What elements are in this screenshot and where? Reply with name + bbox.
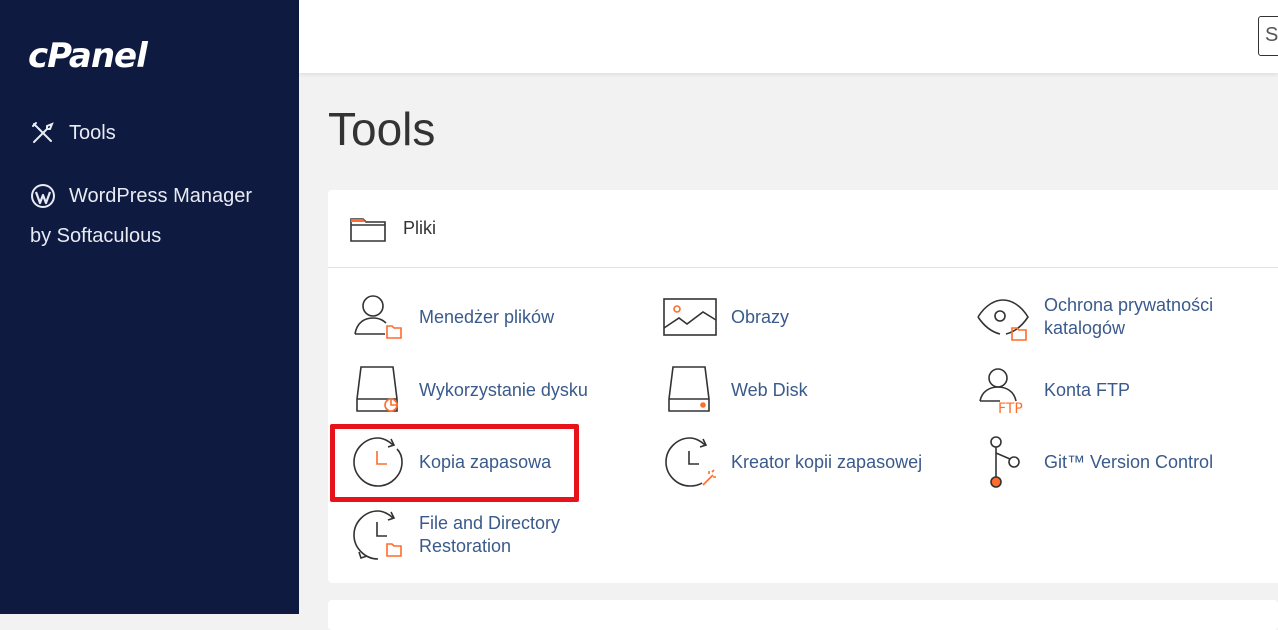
- tool-label: Git™ Version Control: [1044, 451, 1214, 472]
- tool-label: Ochrona prywatności katalogów: [1044, 295, 1214, 338]
- file-manager-icon: [354, 295, 402, 339]
- cpanel-logo[interactable]: cPanel: [28, 36, 148, 76]
- tool-label: Menedżer plików: [419, 306, 555, 327]
- git-icon: [990, 436, 1020, 488]
- disk-usage-icon: [356, 366, 398, 412]
- tool-directory-privacy[interactable]: Ochrona prywatności katalogów: [976, 290, 1213, 344]
- backup-wizard-icon: [665, 437, 716, 487]
- tool-label: Obrazy: [731, 306, 790, 327]
- search-input[interactable]: [1259, 17, 1278, 53]
- sidebar-item-label: WordPress Manager: [69, 185, 253, 207]
- top-header: [299, 0, 1278, 73]
- sidebar-item-label-line2: by Softaculous: [30, 225, 162, 247]
- tool-label: Web Disk: [731, 379, 808, 400]
- search-box[interactable]: [1258, 16, 1278, 56]
- svg-text:FTP: FTP: [998, 401, 1023, 417]
- sidebar-item-wordpress-manager[interactable]: WordPress Manager by Softaculous: [30, 176, 252, 256]
- ftp-accounts-icon: FTP: [979, 368, 1023, 417]
- sidebar: cPanel Tools WordPress Manager by Softac…: [0, 0, 299, 614]
- folder-icon: [350, 218, 386, 242]
- directory-privacy-icon: [977, 299, 1029, 341]
- tool-git-version-control[interactable]: Git™ Version Control: [976, 435, 1213, 489]
- tool-web-disk[interactable]: Web Disk: [663, 363, 808, 417]
- sidebar-item-tools[interactable]: Tools: [30, 120, 116, 146]
- tool-file-and-directory-restoration[interactable]: File and Directory Restoration: [351, 508, 560, 562]
- tool-group-title: Pliki: [403, 218, 437, 238]
- tool-backup-wizard[interactable]: Kreator kopii zapasowej: [663, 435, 922, 489]
- tool-file-manager[interactable]: Menedżer plików: [351, 290, 554, 344]
- wordpress-icon: [31, 184, 55, 208]
- tool-disk-usage[interactable]: Wykorzystanie dysku: [351, 363, 588, 417]
- tool-group-header[interactable]: Pliki: [328, 190, 1278, 268]
- tool-label: Wykorzystanie dysku: [419, 379, 588, 400]
- tool-label: Konta FTP: [1044, 379, 1131, 400]
- tool-label: Kreator kopii zapasowej: [731, 451, 923, 472]
- images-icon: [663, 298, 717, 336]
- web-disk-icon: [668, 366, 710, 412]
- highlight-box: [330, 424, 579, 502]
- sidebar-item-label: Tools: [69, 121, 116, 144]
- page-title: Tools: [328, 103, 436, 155]
- tools-icon: [32, 122, 54, 143]
- file-restoration-icon: [353, 510, 402, 560]
- tool-label: File and Directory Restoration: [419, 513, 561, 556]
- tool-ftp-accounts[interactable]: FTP Konta FTP: [976, 363, 1130, 417]
- tool-images[interactable]: Obrazy: [663, 290, 789, 344]
- next-tool-group-panel: [328, 600, 1278, 630]
